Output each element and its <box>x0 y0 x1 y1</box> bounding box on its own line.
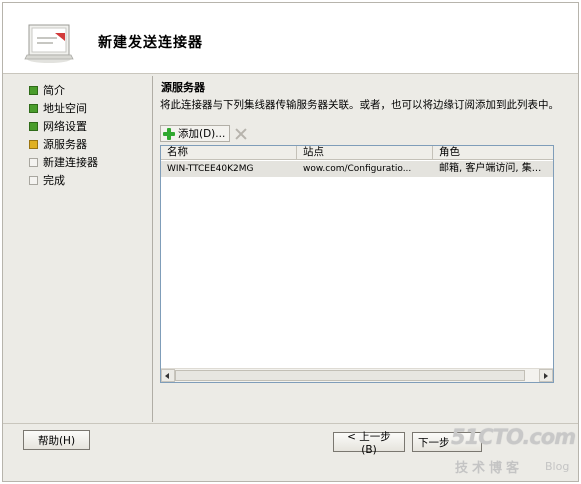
page-description: 将此连接器与下列集线器传输服务器关联。或者，也可以将边缘订阅添加到此列表中。 <box>160 99 559 111</box>
step-current-icon <box>29 139 38 149</box>
step-new-connector: 新建连接器 <box>29 153 98 171</box>
back-button[interactable]: < 上一步(B) <box>333 431 405 456</box>
step-label: 源服务器 <box>43 138 87 151</box>
page-title: 源服务器 <box>161 81 205 94</box>
add-button[interactable]: 添加(D)... <box>160 125 231 142</box>
list-toolbar: 添加(D)... <box>160 125 248 142</box>
wizard-window: 新建发送连接器 简介 地址空间 网络设置 源服务器 新建连接器 完成 源服务器 … <box>2 2 579 482</box>
cell-role: 邮箱, 客户端访问, 集... <box>439 163 542 174</box>
step-pending-icon <box>29 157 38 167</box>
watermark-subtitle: 技术博客 <box>455 461 524 476</box>
help-button[interactable]: 帮助(H) <box>23 430 90 450</box>
step-complete-icon <box>29 85 38 95</box>
wizard-header: 新建发送连接器 <box>3 3 578 73</box>
list-header: 名称 站点 角色 <box>161 146 553 160</box>
scroll-right-arrow-icon[interactable] <box>539 369 553 382</box>
step-network-settings: 网络设置 <box>29 117 98 135</box>
step-completion: 完成 <box>29 171 98 189</box>
add-icon <box>162 127 176 141</box>
step-label: 网络设置 <box>43 120 87 133</box>
step-label: 新建连接器 <box>43 156 98 169</box>
horizontal-scrollbar[interactable] <box>161 368 553 382</box>
step-label: 地址空间 <box>43 102 87 115</box>
step-address-space: 地址空间 <box>29 99 98 117</box>
send-connector-icon <box>24 24 74 63</box>
steps-divider <box>152 76 153 422</box>
scroll-thumb[interactable] <box>175 370 525 381</box>
add-button-label: 添加(D)... <box>178 128 226 140</box>
source-servers-list[interactable]: 名称 站点 角色 WIN-TTCEE40K2MG wow.com/Configu… <box>160 145 554 383</box>
step-source-server: 源服务器 <box>29 135 98 153</box>
step-label: 简介 <box>43 84 65 97</box>
wizard-steps: 简介 地址空间 网络设置 源服务器 新建连接器 完成 <box>29 81 98 189</box>
watermark-logo: 51CTO.com <box>451 425 576 449</box>
cell-name: WIN-TTCEE40K2MG <box>167 164 254 174</box>
watermark-blog: Blog <box>545 460 570 473</box>
column-header-site[interactable]: 站点 <box>297 146 433 160</box>
scroll-left-arrow-icon[interactable] <box>161 369 175 382</box>
step-complete-icon <box>29 103 38 113</box>
cell-site: wow.com/Configuratio... <box>303 164 412 174</box>
step-label: 完成 <box>43 174 65 187</box>
step-intro: 简介 <box>29 81 98 99</box>
column-header-name[interactable]: 名称 <box>161 146 297 160</box>
step-complete-icon <box>29 121 38 131</box>
wizard-title: 新建发送连接器 <box>98 35 203 51</box>
column-header-role[interactable]: 角色 <box>433 146 553 160</box>
watermark: 51CTO.com 技术博客 Blog <box>451 421 578 481</box>
header-divider <box>3 73 578 74</box>
table-row[interactable]: WIN-TTCEE40K2MG wow.com/Configuratio... … <box>161 161 553 177</box>
step-pending-icon <box>29 175 38 185</box>
remove-icon[interactable] <box>234 127 248 141</box>
